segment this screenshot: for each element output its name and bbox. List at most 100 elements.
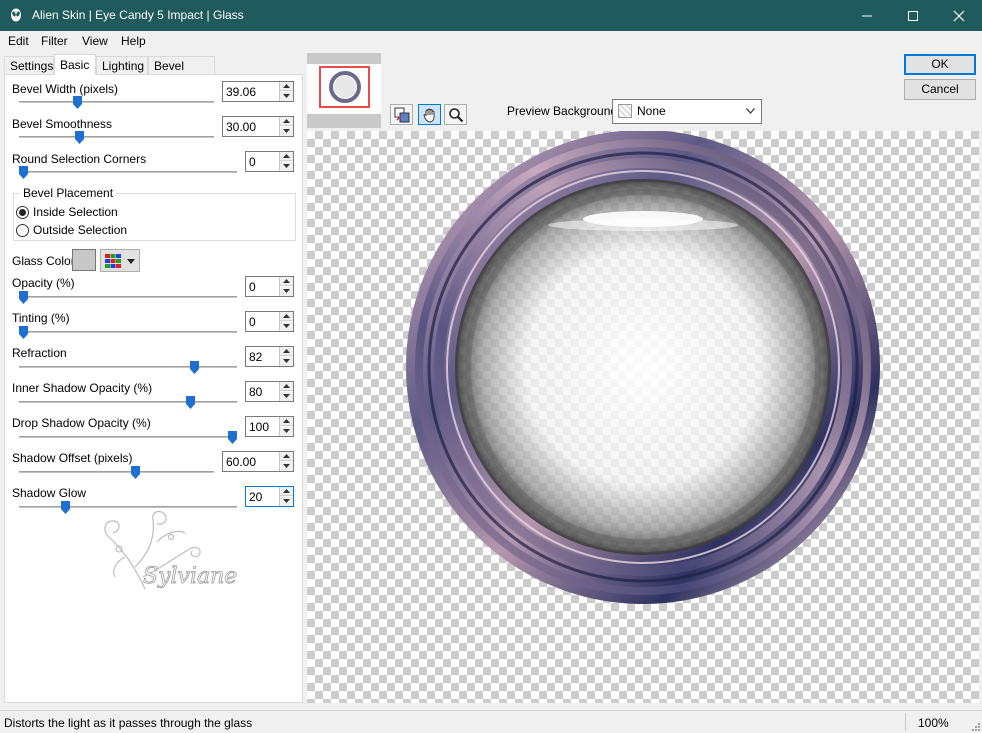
refraction-track[interactable] [19,366,237,368]
inner-shadow-slider-thumb[interactable] [186,396,196,409]
opacity-field[interactable] [245,276,294,297]
bevel-smoothness-field[interactable] [222,116,294,137]
refraction-down-button[interactable] [280,357,293,366]
refraction-field[interactable] [245,346,294,367]
shadow-offset-input[interactable] [223,452,278,471]
inner-shadow-input[interactable] [246,382,278,401]
bevel-smoothness-up-button[interactable] [280,117,293,126]
compare-icon [394,107,410,123]
round-corners-field[interactable] [245,151,294,172]
round-corners-input[interactable] [246,152,278,171]
glass-color-label: Glass Color [12,254,75,268]
drop-shadow-field[interactable] [245,416,294,437]
minimize-button[interactable] [844,0,890,31]
tinting-input[interactable] [246,312,278,331]
checker-swatch-icon [618,104,632,118]
menu-filter[interactable]: Filter [41,34,68,48]
status-bar: Distorts the light as it passes through … [0,710,982,733]
preview-canvas[interactable] [307,131,979,703]
zoom-tool-button[interactable] [444,104,467,125]
shadow-offset-track[interactable] [19,471,214,473]
shadow-glow-up-button[interactable] [280,487,293,496]
compare-tool-button[interactable] [390,104,413,125]
drop-shadow-input[interactable] [246,417,278,436]
tab-lighting[interactable]: Lighting [96,56,148,75]
bevel-width-input[interactable] [223,82,278,101]
shadow-offset-down-button[interactable] [280,462,293,471]
bevel-width-label: Bevel Width (pixels) [12,82,119,96]
outside-selection-label: Outside Selection [33,223,128,237]
shadow-glow-field[interactable] [245,486,294,507]
maximize-button[interactable] [890,0,936,31]
glass-color-swatch[interactable] [72,249,96,271]
tinting-track[interactable] [19,331,237,333]
bevel-smoothness-input[interactable] [223,117,278,136]
shadow-glow-slider-thumb[interactable] [60,501,70,514]
bevel-width-up-button[interactable] [280,82,293,91]
opacity-slider-thumb[interactable] [19,291,28,304]
resize-grip-icon[interactable] [970,721,980,731]
cancel-button[interactable]: Cancel [904,79,976,100]
menu-bar: Edit Filter View Help [0,31,982,51]
preview-background-select[interactable]: None [612,99,762,124]
glass-color-picker-button[interactable] [100,249,140,272]
shadow-offset-field[interactable] [222,451,294,472]
inner-shadow-label: Inner Shadow Opacity (%) [12,381,153,395]
tinting-down-button[interactable] [280,322,293,331]
tinting-up-button[interactable] [280,312,293,321]
round-corners-track[interactable] [19,171,237,173]
refraction-input[interactable] [246,347,278,366]
tab-bevel-profile[interactable]: Bevel Profile [148,56,215,87]
bevel-smoothness-label: Bevel Smoothness [12,117,113,131]
bevel-smoothness-slider-thumb[interactable] [74,131,84,144]
hand-tool-button[interactable] [418,104,441,125]
tinting-field[interactable] [245,311,294,332]
round-corners-down-button[interactable] [280,162,293,171]
shadow-glow-down-button[interactable] [280,497,293,506]
status-message: Distorts the light as it passes through … [4,716,253,730]
round-corners-slider-thumb[interactable] [19,166,28,179]
drop-shadow-track[interactable] [19,436,237,438]
drop-shadow-up-button[interactable] [280,417,293,426]
inner-shadow-up-button[interactable] [280,382,293,391]
bevel-width-track[interactable] [19,101,214,103]
drop-shadow-slider-thumb[interactable] [228,431,237,444]
refraction-slider-thumb[interactable] [190,361,200,374]
thumbnail-viewport-frame[interactable] [319,66,370,108]
tab-basic[interactable]: Basic [54,54,96,75]
refraction-up-button[interactable] [280,347,293,356]
basic-settings-panel: Bevel Width (pixels) Bevel Smoothness Ro… [4,74,303,703]
shadow-offset-up-button[interactable] [280,452,293,461]
inner-shadow-track[interactable] [19,401,237,403]
ok-button[interactable]: OK [904,54,976,75]
shadow-glow-input[interactable] [246,487,278,506]
opacity-down-button[interactable] [280,287,293,296]
menu-help[interactable]: Help [121,34,146,48]
preview-thumbnail-navigator[interactable] [307,53,381,128]
bevel-smoothness-track[interactable] [19,136,214,138]
opacity-track[interactable] [19,296,237,298]
watermark-signature: Sylviane [104,510,238,589]
shadow-glow-label: Shadow Glow [12,486,87,500]
bevel-width-field[interactable] [222,81,294,102]
inner-shadow-field[interactable] [245,381,294,402]
bevel-placement-title: Bevel Placement [20,186,117,200]
hand-icon [423,108,435,123]
close-button[interactable] [936,0,982,31]
glass-ring-preview-image [406,131,880,604]
watermark-text: Sylviane [143,564,237,589]
drop-shadow-label: Drop Shadow Opacity (%) [12,416,151,430]
opacity-up-button[interactable] [280,277,293,286]
shadow-offset-slider-thumb[interactable] [130,466,140,479]
inner-shadow-down-button[interactable] [280,392,293,401]
tab-settings[interactable]: Settings [4,56,54,75]
opacity-input[interactable] [246,277,278,296]
bevel-smoothness-down-button[interactable] [280,127,293,136]
menu-view[interactable]: View [82,34,108,48]
bevel-width-down-button[interactable] [280,92,293,101]
drop-shadow-down-button[interactable] [280,427,293,436]
round-corners-up-button[interactable] [280,152,293,161]
menu-edit[interactable]: Edit [8,34,29,48]
bevel-width-slider-thumb[interactable] [72,96,82,109]
tinting-slider-thumb[interactable] [19,326,28,339]
